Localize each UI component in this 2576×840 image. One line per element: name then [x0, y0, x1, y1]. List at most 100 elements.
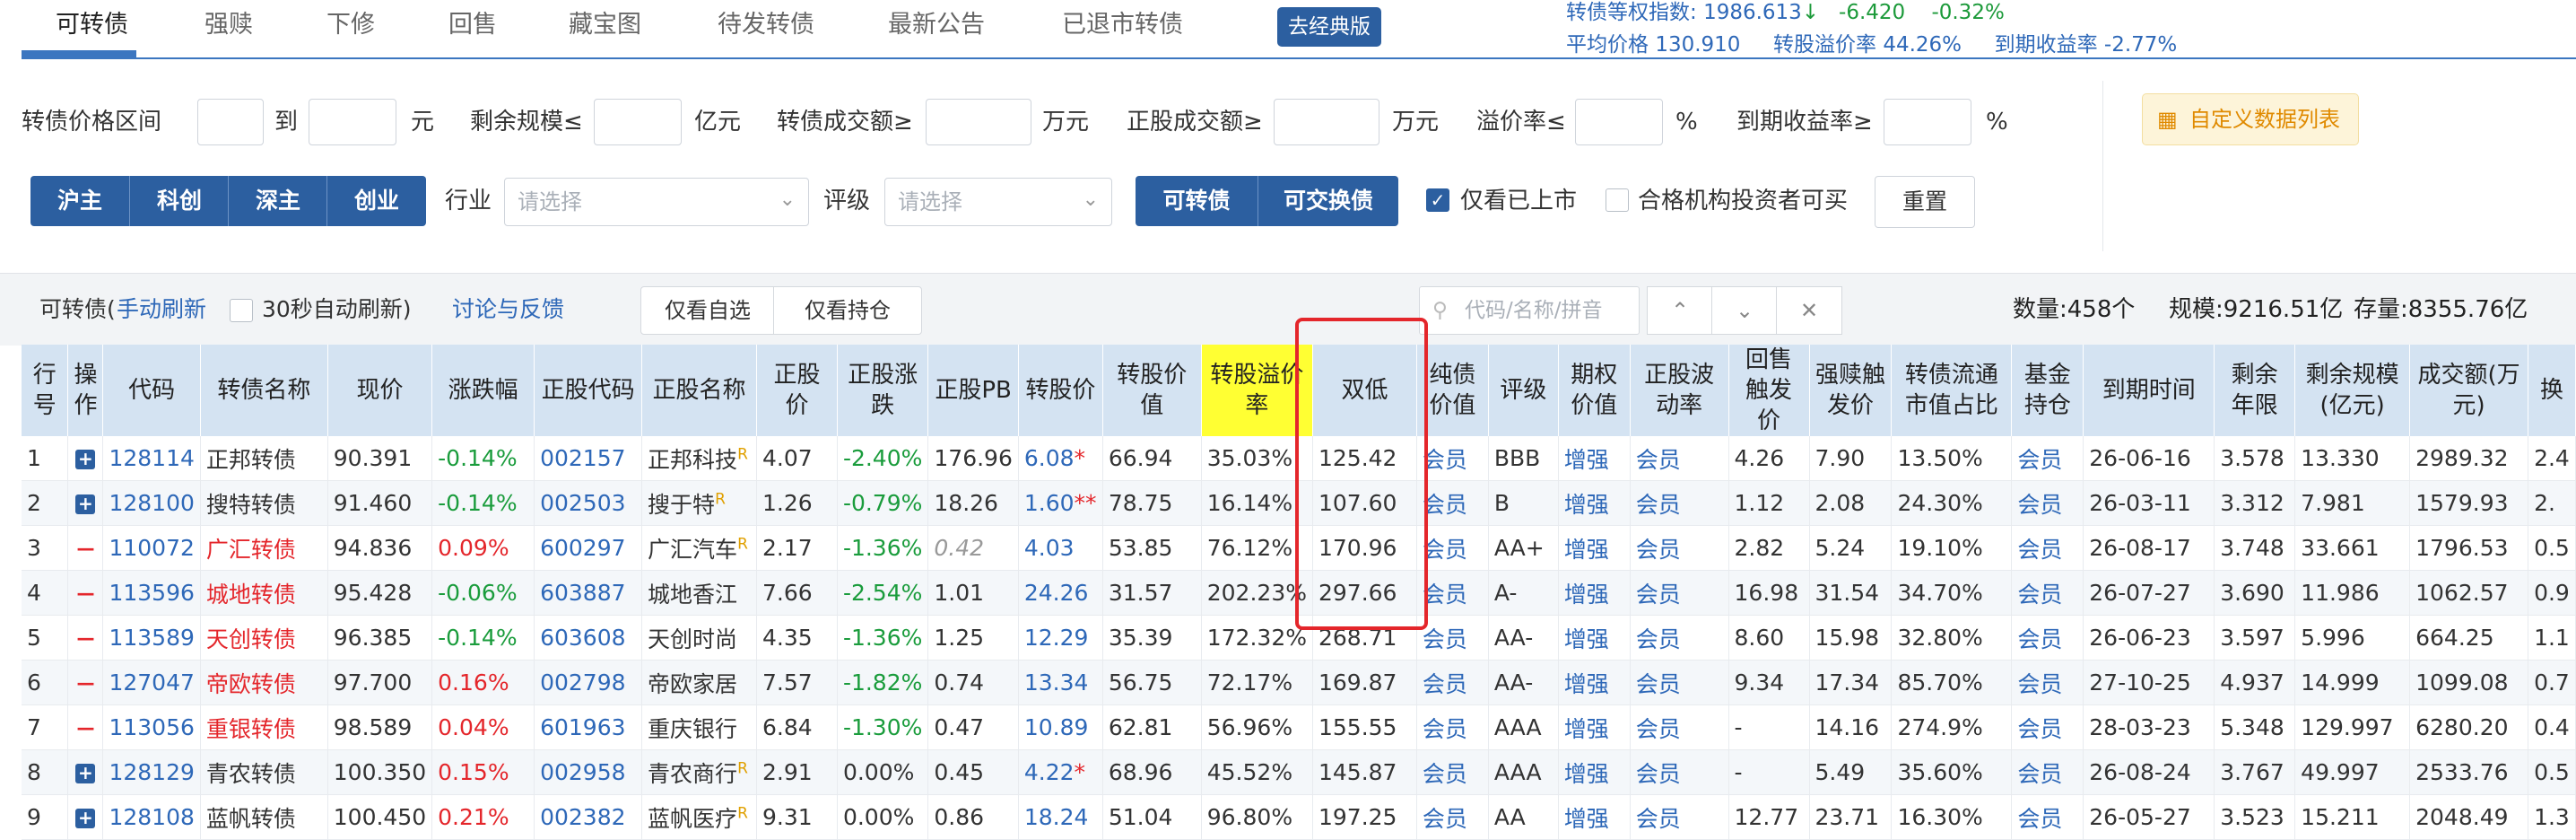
- tab-pending-issue[interactable]: 待发转债: [718, 5, 814, 45]
- cell-vol[interactable]: 会员: [1630, 660, 1729, 705]
- cell-cprice[interactable]: 10.89: [1018, 704, 1103, 750]
- cell-pure[interactable]: 会员: [1416, 749, 1489, 795]
- header-col-maturity[interactable]: 到期时间: [2083, 345, 2215, 436]
- header-col-fund-hold[interactable]: 基金持仓: [2011, 345, 2084, 436]
- industry-select[interactable]: 请选择 ⌄: [504, 178, 809, 226]
- cell-fund[interactable]: 会员: [2011, 436, 2084, 481]
- cell-code[interactable]: 127047: [102, 660, 201, 705]
- cell-pure[interactable]: 会员: [1416, 525, 1489, 571]
- market-chinext[interactable]: 创业: [326, 176, 426, 226]
- header-col-stock-change[interactable]: 正股涨跌: [837, 345, 929, 436]
- header-col-float-ratio[interactable]: 转债流通市值占比: [1891, 345, 2013, 436]
- cell-vol[interactable]: 会员: [1630, 525, 1729, 571]
- ytm-input[interactable]: [1884, 99, 1971, 145]
- cell-op[interactable]: —: [67, 525, 104, 571]
- header-col-row-no[interactable]: 行号: [22, 345, 69, 436]
- table-row[interactable]: 3—110072 广汇转债 94.836 0.09% 600297 广汇汽车R 2.17 -1…: [22, 525, 2576, 571]
- price-max-input[interactable]: [309, 99, 396, 145]
- table-row[interactable]: 9 +128108 蓝帆转债 100.450 0.21% 002382 蓝帆医疗R 9.31 0…: [22, 794, 2576, 840]
- search-input[interactable]: ⚲ 代码/名称/拼音: [1419, 286, 1640, 335]
- cell-cprice[interactable]: 6.08*: [1018, 436, 1103, 481]
- header-col-change[interactable]: 涨跌幅: [431, 345, 535, 436]
- cell-opt[interactable]: 增强: [1558, 704, 1631, 750]
- cell-vol[interactable]: 会员: [1630, 615, 1729, 661]
- tab-convertible-bond[interactable]: 可转债: [56, 5, 128, 45]
- cell-vol[interactable]: 会员: [1630, 570, 1729, 616]
- tab-treasure-map[interactable]: 藏宝图: [569, 5, 641, 45]
- cell-fund[interactable]: 会员: [2011, 794, 2084, 840]
- cell-fund[interactable]: 会员: [2011, 704, 2084, 750]
- header-col-remaining[interactable]: 剩余规模(亿元): [2294, 345, 2411, 436]
- conv-price-value[interactable]: 4.03: [1024, 535, 1075, 561]
- header-col-dual-low[interactable]: 双低: [1312, 345, 1417, 436]
- header-col-last[interactable]: 换: [2528, 345, 2576, 436]
- cell-vol[interactable]: 会员: [1630, 480, 1729, 526]
- conv-price-value[interactable]: 13.34: [1024, 669, 1089, 696]
- cell-cprice[interactable]: 1.60**: [1018, 480, 1103, 526]
- remove-icon[interactable]: —: [75, 539, 95, 559]
- cell-scode[interactable]: 002503: [534, 480, 643, 526]
- cell-cprice[interactable]: 4.22*: [1018, 749, 1103, 795]
- table-row[interactable]: 1 +128114 正邦转债 90.391 -0.14% 002157 正邦科技R 4.07-…: [22, 436, 2576, 481]
- remove-icon[interactable]: —: [75, 629, 95, 649]
- cell-op[interactable]: —: [67, 570, 104, 616]
- conv-price-value[interactable]: 1.60: [1024, 490, 1075, 516]
- header-col-rating[interactable]: 评级: [1488, 345, 1559, 436]
- cell-scode[interactable]: 002798: [534, 660, 643, 705]
- header-col-put-trigger[interactable]: 回售触发价: [1728, 345, 1810, 436]
- cell-code[interactable]: 113056: [102, 704, 201, 750]
- type-exchangeable[interactable]: 可交换债: [1258, 176, 1398, 226]
- rating-select[interactable]: 请选择 ⌄: [884, 178, 1112, 226]
- cell-code[interactable]: 128108: [102, 794, 201, 840]
- holdings-only-button[interactable]: 仅看持仓: [773, 286, 922, 335]
- cell-scode[interactable]: 603608: [534, 615, 643, 661]
- cell-opt[interactable]: 增强: [1558, 570, 1631, 616]
- header-col-call-trigger[interactable]: 强赎触发价: [1809, 345, 1893, 436]
- cell-fund[interactable]: 会员: [2011, 660, 2084, 705]
- market-sz-main[interactable]: 深主: [228, 176, 327, 226]
- next-match-button[interactable]: ⌄: [1711, 286, 1778, 335]
- cell-fund[interactable]: 会员: [2011, 480, 2084, 526]
- cell-opt[interactable]: 增强: [1558, 436, 1631, 481]
- reset-button[interactable]: 重置: [1875, 176, 1975, 228]
- add-icon[interactable]: +: [75, 809, 96, 828]
- cell-vol[interactable]: 会员: [1630, 794, 1729, 840]
- cell-fund[interactable]: 会员: [2011, 525, 2084, 571]
- conv-price-value[interactable]: 6.08: [1024, 445, 1075, 471]
- watchlist-only-button[interactable]: 仅看自选: [640, 286, 775, 335]
- table-row[interactable]: 4 — 113596 城地转债 95.428 -0.06% 603887 城地香江 7.66 -2…: [22, 570, 2576, 616]
- header-col-stock-code[interactable]: 正股代码: [534, 345, 643, 436]
- cell-scode[interactable]: 603887: [534, 570, 643, 616]
- remove-icon[interactable]: —: [75, 719, 95, 739]
- cell-code[interactable]: 113596: [102, 570, 201, 616]
- tab-revise-down[interactable]: 下修: [326, 5, 375, 45]
- cell-op[interactable]: —: [67, 615, 104, 661]
- cell-pure[interactable]: 会员: [1416, 704, 1489, 750]
- header-col-conv-value[interactable]: 转股价值: [1102, 345, 1202, 436]
- header-col-stock-pb[interactable]: 正股PB: [927, 345, 1019, 436]
- custom-data-list-button[interactable]: ▦ 自定义数据列表: [2142, 93, 2359, 145]
- cell-op[interactable]: +: [67, 749, 104, 795]
- add-icon[interactable]: +: [75, 764, 96, 783]
- conv-price-value[interactable]: 24.26: [1024, 580, 1089, 606]
- header-col-turnover[interactable]: 成交额(万元): [2409, 345, 2529, 436]
- cell-scode[interactable]: 002958: [534, 749, 643, 795]
- conv-price-value[interactable]: 4.22: [1024, 759, 1075, 785]
- cell-scode[interactable]: 002157: [534, 436, 643, 481]
- cell-vol[interactable]: 会员: [1630, 749, 1729, 795]
- tab-forced-redeem[interactable]: 强赎: [205, 5, 253, 45]
- header-col-price[interactable]: 现价: [327, 345, 433, 436]
- cell-op[interactable]: +: [67, 436, 104, 481]
- remove-icon[interactable]: —: [75, 674, 95, 694]
- tab-putback[interactable]: 回售: [448, 5, 497, 45]
- cell-cprice[interactable]: 13.34: [1018, 660, 1103, 705]
- cell-op[interactable]: +: [67, 480, 104, 526]
- add-icon[interactable]: +: [75, 494, 96, 514]
- header-col-years-left[interactable]: 剩余年限: [2214, 345, 2296, 436]
- cell-cprice[interactable]: 4.03: [1018, 525, 1103, 571]
- cell-pure[interactable]: 会员: [1416, 660, 1489, 705]
- cell-vol[interactable]: 会员: [1630, 704, 1729, 750]
- cell-op[interactable]: —: [67, 660, 104, 705]
- conv-price-value[interactable]: 12.29: [1024, 625, 1089, 651]
- type-convertible[interactable]: 可转债: [1136, 176, 1258, 226]
